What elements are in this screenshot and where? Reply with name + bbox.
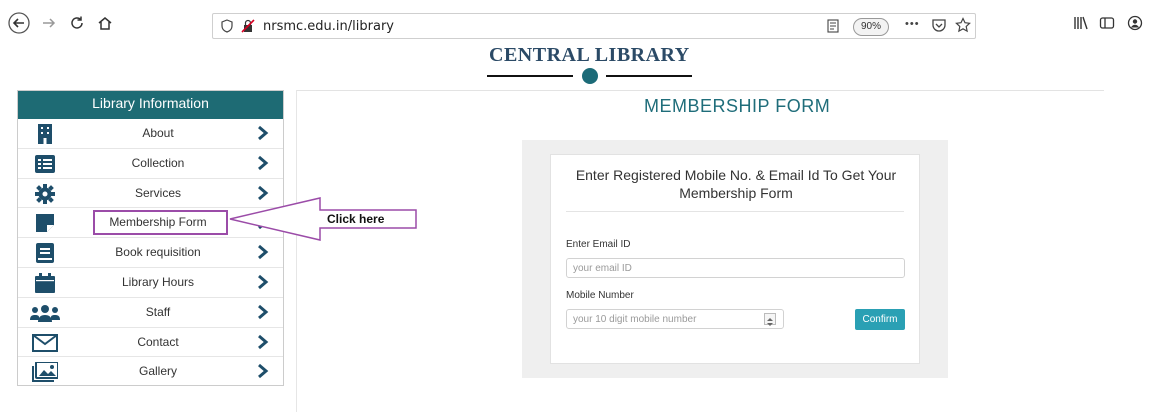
sidebar-item-library-hours[interactable]: Library Hours bbox=[18, 268, 283, 298]
click-here-callout-arrow bbox=[229, 197, 417, 241]
email-label: Enter Email ID bbox=[566, 239, 631, 250]
forward-icon[interactable] bbox=[38, 12, 60, 34]
brand-dot bbox=[582, 68, 598, 84]
page-title: MEMBERSHIP FORM bbox=[644, 96, 831, 116]
calendar-icon bbox=[34, 272, 56, 293]
sidebar-item-gallery[interactable]: Gallery bbox=[18, 357, 283, 387]
sidebar-item-label: About bbox=[142, 126, 174, 140]
account-icon[interactable] bbox=[1124, 12, 1146, 34]
list-icon bbox=[34, 154, 56, 174]
gear-icon bbox=[34, 183, 56, 204]
brand-divider-left bbox=[487, 75, 573, 77]
sidebar-item-staff[interactable]: Staff bbox=[18, 298, 283, 328]
chevron-right-icon bbox=[256, 244, 270, 260]
chevron-right-icon bbox=[256, 155, 270, 171]
mobile-label: Mobile Number bbox=[566, 290, 634, 301]
home-icon[interactable] bbox=[94, 12, 116, 34]
back-icon[interactable] bbox=[8, 12, 30, 34]
page-actions-icon[interactable]: ••• bbox=[905, 18, 920, 30]
sidebar-item-label: Services bbox=[134, 185, 181, 200]
address-bar[interactable]: nrsmc.edu.in/library 90% ••• bbox=[212, 13, 976, 39]
email-field[interactable] bbox=[566, 258, 905, 278]
building-icon bbox=[34, 124, 56, 144]
insecure-lock-icon[interactable] bbox=[241, 19, 255, 38]
chevron-right-icon bbox=[256, 274, 270, 290]
sidebar-item-label: Staff bbox=[145, 304, 171, 319]
bookmark-star-icon[interactable] bbox=[955, 17, 971, 38]
callout-label: Click here bbox=[327, 212, 385, 226]
shield-icon[interactable] bbox=[221, 19, 233, 38]
chevron-right-icon bbox=[256, 304, 270, 320]
browser-toolbar: nrsmc.edu.in/library 90% ••• bbox=[0, 0, 1152, 44]
mobile-number-field[interactable] bbox=[566, 309, 784, 329]
sticky-note-icon bbox=[34, 213, 56, 233]
membership-form-highlight bbox=[93, 210, 228, 235]
sidebar-item-label: Gallery bbox=[138, 364, 177, 379]
form-divider bbox=[566, 211, 904, 212]
sidebar-toggle-icon[interactable] bbox=[1096, 12, 1118, 34]
library-icon[interactable] bbox=[1070, 12, 1092, 34]
site-brand[interactable]: CENTRAL LIBRARY bbox=[489, 44, 690, 67]
reader-view-icon[interactable] bbox=[827, 19, 839, 38]
sidebar-heading: Library Information bbox=[18, 91, 283, 119]
zoom-level[interactable]: 90% bbox=[853, 18, 889, 36]
url-text[interactable]: nrsmc.edu.in/library bbox=[263, 19, 394, 34]
sidebar-item-book-requisition[interactable]: Book requisition bbox=[18, 238, 283, 268]
form-heading: Enter Registered Mobile No. & Email Id T… bbox=[575, 167, 897, 201]
book-icon bbox=[34, 243, 56, 264]
images-icon bbox=[32, 362, 58, 383]
sidebar-item-label: Library Hours bbox=[121, 274, 195, 289]
confirm-button[interactable]: Confirm bbox=[855, 309, 905, 330]
sidebar-item-label: Collection bbox=[131, 155, 185, 170]
reload-icon[interactable] bbox=[66, 12, 88, 34]
chevron-right-icon bbox=[256, 334, 270, 350]
page-divider bbox=[296, 90, 1104, 91]
sidebar-item-label: Contact bbox=[137, 334, 179, 349]
sidebar-item-collection[interactable]: Collection bbox=[18, 149, 283, 179]
brand-divider-right bbox=[606, 75, 692, 77]
sidebar-item-contact[interactable]: Contact bbox=[18, 328, 283, 358]
chevron-right-icon bbox=[256, 363, 270, 379]
sidebar-item-about[interactable]: About bbox=[18, 119, 283, 149]
envelope-icon bbox=[32, 333, 58, 353]
users-icon bbox=[30, 303, 60, 323]
sidebar-item-label: Book requisition bbox=[115, 245, 201, 260]
number-spinner-icon[interactable] bbox=[764, 313, 776, 326]
pocket-icon[interactable] bbox=[931, 18, 947, 38]
chevron-right-icon bbox=[256, 125, 270, 141]
content-divider bbox=[296, 90, 297, 412]
